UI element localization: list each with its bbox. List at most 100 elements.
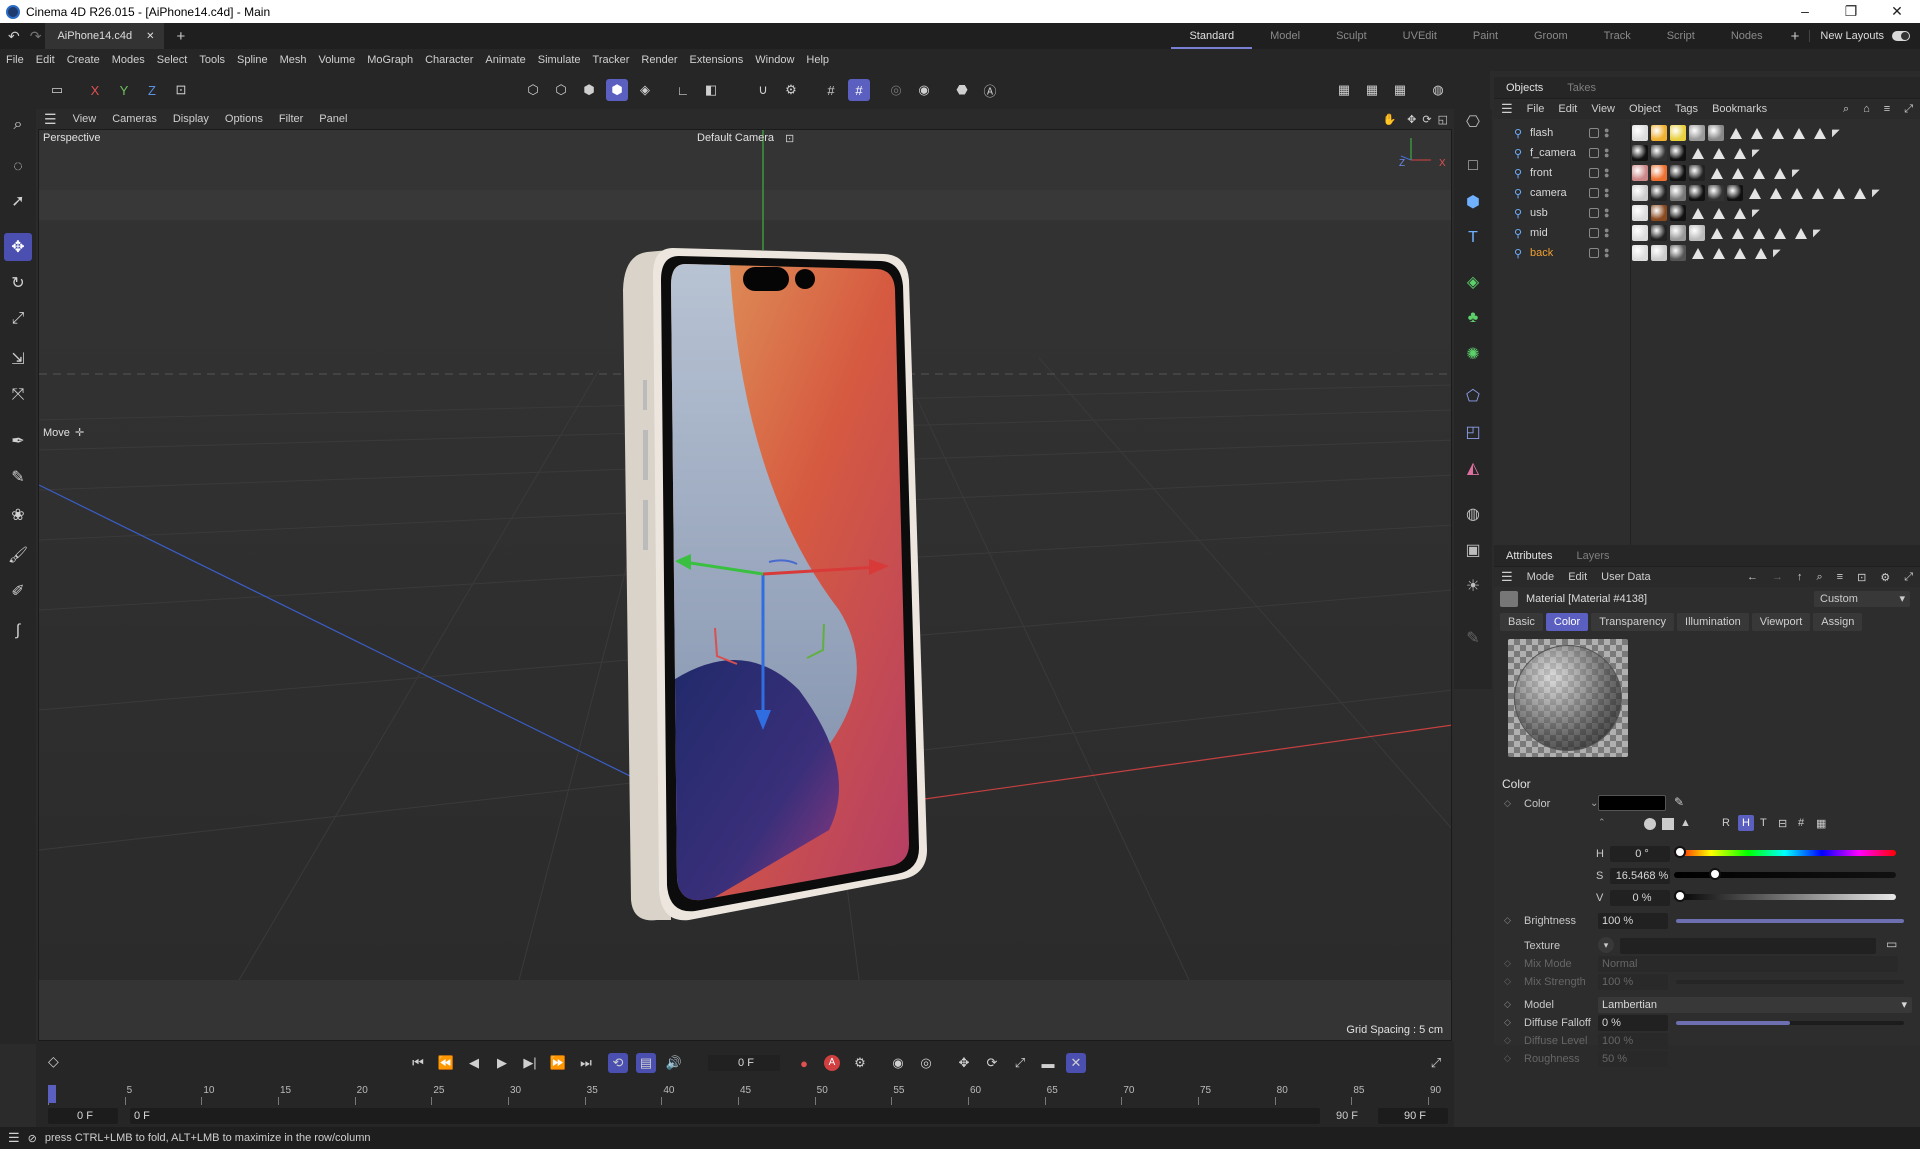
saturation-slider-knob[interactable] xyxy=(1708,868,1721,880)
layer-checkbox[interactable] xyxy=(1589,228,1599,238)
add-layout-button[interactable]: + xyxy=(1791,28,1800,45)
close-tab-icon[interactable]: ✕ xyxy=(146,31,154,42)
timeline-expand-icon[interactable]: ⤢ xyxy=(1426,1053,1446,1073)
brightness-input[interactable]: 100 % xyxy=(1598,913,1668,929)
selection-tag-icon[interactable]: ◤ xyxy=(1792,168,1800,179)
render-target-icon[interactable]: ◉ xyxy=(913,79,935,101)
object-row[interactable]: ⚲ camera ● ● ◤ xyxy=(1494,183,1920,203)
objects-menu-edit[interactable]: Edit xyxy=(1551,103,1584,115)
attributes-menu-user-data[interactable]: User Data xyxy=(1594,571,1658,583)
objects-filter-icon[interactable]: ≡ xyxy=(1877,103,1897,115)
phong-tag-icon[interactable] xyxy=(1692,147,1704,159)
loop-button[interactable]: ⟲ xyxy=(608,1053,628,1073)
material-tag-icon[interactable] xyxy=(1632,125,1648,141)
selection-tag-icon[interactable]: ◤ xyxy=(1752,148,1760,159)
document-tab[interactable]: AiPhone14.c4d ✕ xyxy=(45,23,165,49)
previous-key-button[interactable]: ⏪ xyxy=(436,1053,456,1073)
menu-select[interactable]: Select xyxy=(151,54,194,66)
layout-tab-sculpt[interactable]: Sculpt xyxy=(1318,23,1385,49)
coordinate-tool-icon[interactable]: ⤧ xyxy=(4,381,32,409)
object-name[interactable]: mid xyxy=(1530,227,1548,239)
attributes-menu-mode[interactable]: Mode xyxy=(1520,571,1562,583)
keyframe-settings-icon[interactable]: ⚙ xyxy=(850,1053,870,1073)
viewport-rotate-icon[interactable]: ⟳ xyxy=(1419,113,1434,126)
phong-tag-icon[interactable] xyxy=(1734,207,1746,219)
attributes-search-icon[interactable]: ⌕ xyxy=(1810,571,1830,584)
viewport-pan-icon[interactable]: ✋ xyxy=(1374,113,1404,126)
menu-spline[interactable]: Spline xyxy=(231,54,274,66)
viewport-menu-panel[interactable]: Panel xyxy=(311,113,355,125)
object-name[interactable]: usb xyxy=(1530,207,1548,219)
phong-tag-icon[interactable] xyxy=(1812,187,1824,199)
camera-icon[interactable]: ⊡ xyxy=(785,132,794,145)
mixer-mode-icon[interactable]: ⊟ xyxy=(1778,817,1787,830)
collapse-icon[interactable]: ⌃ xyxy=(1598,817,1606,828)
phong-tag-icon[interactable] xyxy=(1751,127,1763,139)
material-tag-icon[interactable] xyxy=(1632,165,1648,181)
search-icon[interactable]: ⌕ xyxy=(4,111,32,139)
viewport-move-icon[interactable]: ✥ xyxy=(1404,113,1419,126)
phong-tag-icon[interactable] xyxy=(1774,167,1786,179)
layer-checkbox[interactable] xyxy=(1589,128,1599,138)
tab-takes[interactable]: Takes xyxy=(1555,82,1608,94)
play-button[interactable]: ▶ xyxy=(492,1053,512,1073)
material-tag-icon[interactable] xyxy=(1670,125,1686,141)
viewport-menu-view[interactable]: View xyxy=(65,113,105,125)
camera-object-icon[interactable]: ⎔ xyxy=(1460,109,1486,135)
menu-render[interactable]: Render xyxy=(635,54,683,66)
phong-tag-icon[interactable] xyxy=(1770,187,1782,199)
visibility-dots[interactable]: ● ● xyxy=(1604,206,1609,220)
layout-tab-paint[interactable]: Paint xyxy=(1455,23,1516,49)
status-menu-icon[interactable]: ☰ xyxy=(0,1130,28,1146)
phong-tag-icon[interactable] xyxy=(1732,167,1744,179)
next-key-button[interactable]: ⏩ xyxy=(548,1053,568,1073)
color-wheel-icon[interactable] xyxy=(1644,818,1656,830)
menu-file[interactable]: File xyxy=(0,54,30,66)
axis-y-lock-button[interactable]: Y xyxy=(113,79,135,101)
menu-simulate[interactable]: Simulate xyxy=(532,54,587,66)
material-tag-icon[interactable] xyxy=(1689,165,1705,181)
material-tag-icon[interactable] xyxy=(1727,185,1743,201)
minimize-button[interactable]: – xyxy=(1782,3,1828,20)
menu-help[interactable]: Help xyxy=(800,54,835,66)
viewport-maximize-icon[interactable]: ◱ xyxy=(1435,113,1454,126)
selection-tag-icon[interactable]: ◤ xyxy=(1752,208,1760,219)
menu-tracker[interactable]: Tracker xyxy=(587,54,636,66)
object-row[interactable]: ⚲ usb ● ● ◤ xyxy=(1494,203,1920,223)
phong-tag-icon[interactable] xyxy=(1713,207,1725,219)
material-tag-icon[interactable] xyxy=(1632,205,1648,221)
visibility-dots[interactable]: ● ● xyxy=(1604,126,1609,140)
swatches-icon[interactable]: ▦ xyxy=(1816,817,1826,830)
undo-icon[interactable]: ↶ xyxy=(8,28,20,45)
texture-dropdown-icon[interactable]: ▾ xyxy=(1598,937,1614,953)
material-tag-icon[interactable] xyxy=(1689,225,1705,241)
phong-tag-icon[interactable] xyxy=(1791,187,1803,199)
maximize-button[interactable]: ❐ xyxy=(1828,3,1874,20)
material-tag-icon[interactable] xyxy=(1670,245,1686,261)
deformer-icon[interactable]: ⬠ xyxy=(1460,383,1486,409)
new-layouts-button[interactable]: New Layouts xyxy=(1809,30,1884,42)
brush-tool-icon[interactable]: 🖌 xyxy=(4,541,32,569)
object-name[interactable]: front xyxy=(1530,167,1552,179)
phong-tag-icon[interactable] xyxy=(1772,127,1784,139)
playhead[interactable] xyxy=(48,1085,56,1103)
attributes-menu-edit[interactable]: Edit xyxy=(1561,571,1594,583)
selection-tag-icon[interactable]: ◤ xyxy=(1832,128,1840,139)
selection-tag-icon[interactable]: ◤ xyxy=(1773,248,1781,259)
render-view-icon[interactable]: ▦ xyxy=(1333,79,1355,101)
axis-z-lock-button[interactable]: Z xyxy=(141,79,163,101)
parameter-key-icon[interactable]: ▬ xyxy=(1038,1053,1058,1073)
current-frame-field[interactable]: 0 F xyxy=(708,1055,780,1071)
attributes-popout-icon[interactable]: ⤢ xyxy=(1897,571,1920,584)
go-to-start-button[interactable]: ⏮ xyxy=(408,1053,428,1073)
brightness-keyframe-icon[interactable]: ◇ xyxy=(1504,915,1511,926)
phong-tag-icon[interactable] xyxy=(1732,227,1744,239)
dynamics-icon[interactable]: ⬣ xyxy=(951,79,973,101)
material-tag-icon[interactable] xyxy=(1651,205,1667,221)
objects-menu-object[interactable]: Object xyxy=(1622,103,1668,115)
color-spectrum-icon[interactable] xyxy=(1662,818,1674,830)
material-tag-icon[interactable] xyxy=(1670,185,1686,201)
material-tag-icon[interactable] xyxy=(1670,225,1686,241)
saturation-slider[interactable] xyxy=(1674,872,1896,878)
mode-toggle-icon[interactable]: ▭ xyxy=(46,79,68,101)
